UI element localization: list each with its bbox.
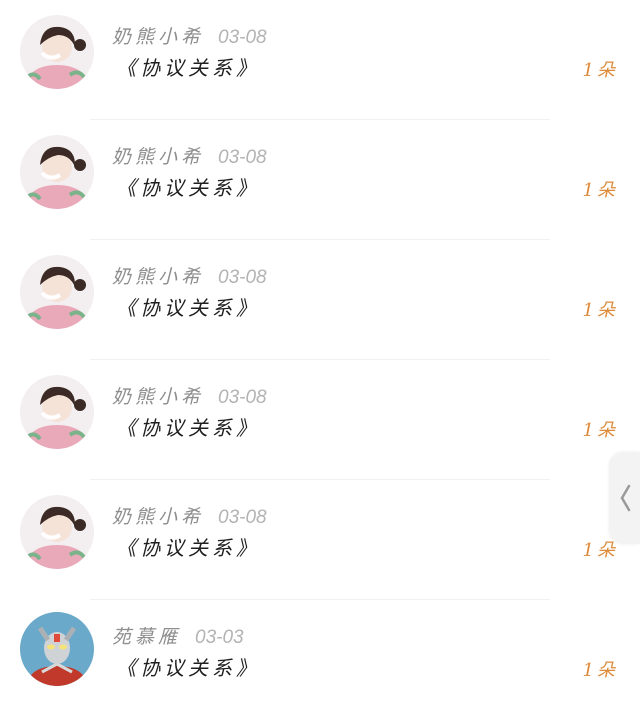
- side-drawer-handle[interactable]: [610, 452, 640, 544]
- reward-list: 奶熊小希 03-08 《协议关系》 1朵 奶熊小希 03-08 《协议关系》 1朵: [0, 0, 640, 708]
- flower-count: 1朵: [582, 420, 618, 441]
- avatar[interactable]: [20, 15, 94, 89]
- ultraman-avatar-icon: [20, 612, 94, 686]
- avatar[interactable]: [20, 135, 94, 209]
- list-item[interactable]: 苑慕雁 03-03 《协议关系》 1朵: [0, 600, 640, 720]
- user-name[interactable]: 奶熊小希: [112, 386, 204, 408]
- work-title[interactable]: 《协议关系》: [116, 172, 260, 201]
- flower-count: 1朵: [582, 300, 618, 321]
- user-name[interactable]: 奶熊小希: [112, 266, 204, 288]
- post-date: 03-08: [218, 507, 267, 528]
- list-item[interactable]: 奶熊小希 03-08 《协议关系》 1朵: [0, 240, 640, 360]
- list-item[interactable]: 奶熊小希 03-08 《协议关系》 1朵: [0, 120, 640, 240]
- avatar[interactable]: [20, 612, 94, 686]
- girl-avatar-icon: [20, 15, 94, 89]
- post-date: 03-08: [218, 267, 267, 288]
- work-title[interactable]: 《协议关系》: [116, 412, 260, 441]
- work-title[interactable]: 《协议关系》: [116, 292, 260, 321]
- work-title[interactable]: 《协议关系》: [116, 52, 260, 81]
- post-date: 03-08: [218, 387, 267, 408]
- work-title[interactable]: 《协议关系》: [116, 532, 260, 561]
- post-date: 03-08: [218, 27, 267, 48]
- girl-avatar-icon: [20, 255, 94, 329]
- avatar[interactable]: [20, 255, 94, 329]
- list-item[interactable]: 奶熊小希 03-08 《协议关系》 1朵: [0, 360, 640, 480]
- post-date: 03-08: [218, 147, 267, 168]
- girl-avatar-icon: [20, 375, 94, 449]
- girl-avatar-icon: [20, 495, 94, 569]
- avatar[interactable]: [20, 375, 94, 449]
- chevron-left-icon: [620, 484, 631, 512]
- flower-count: 1朵: [582, 180, 618, 201]
- post-date: 03-03: [195, 627, 244, 648]
- flower-count: 1朵: [582, 540, 618, 561]
- girl-avatar-icon: [20, 135, 94, 209]
- user-name[interactable]: 奶熊小希: [112, 506, 204, 528]
- flower-count: 1朵: [582, 60, 618, 81]
- user-name[interactable]: 奶熊小希: [112, 146, 204, 168]
- avatar[interactable]: [20, 495, 94, 569]
- user-name[interactable]: 奶熊小希: [112, 26, 204, 48]
- list-item[interactable]: 奶熊小希 03-08 《协议关系》 1朵: [0, 0, 640, 120]
- flower-count: 1朵: [582, 660, 618, 681]
- list-item[interactable]: 奶熊小希 03-08 《协议关系》 1朵: [0, 480, 640, 600]
- user-name[interactable]: 苑慕雁: [112, 626, 181, 648]
- work-title[interactable]: 《协议关系》: [116, 652, 260, 681]
